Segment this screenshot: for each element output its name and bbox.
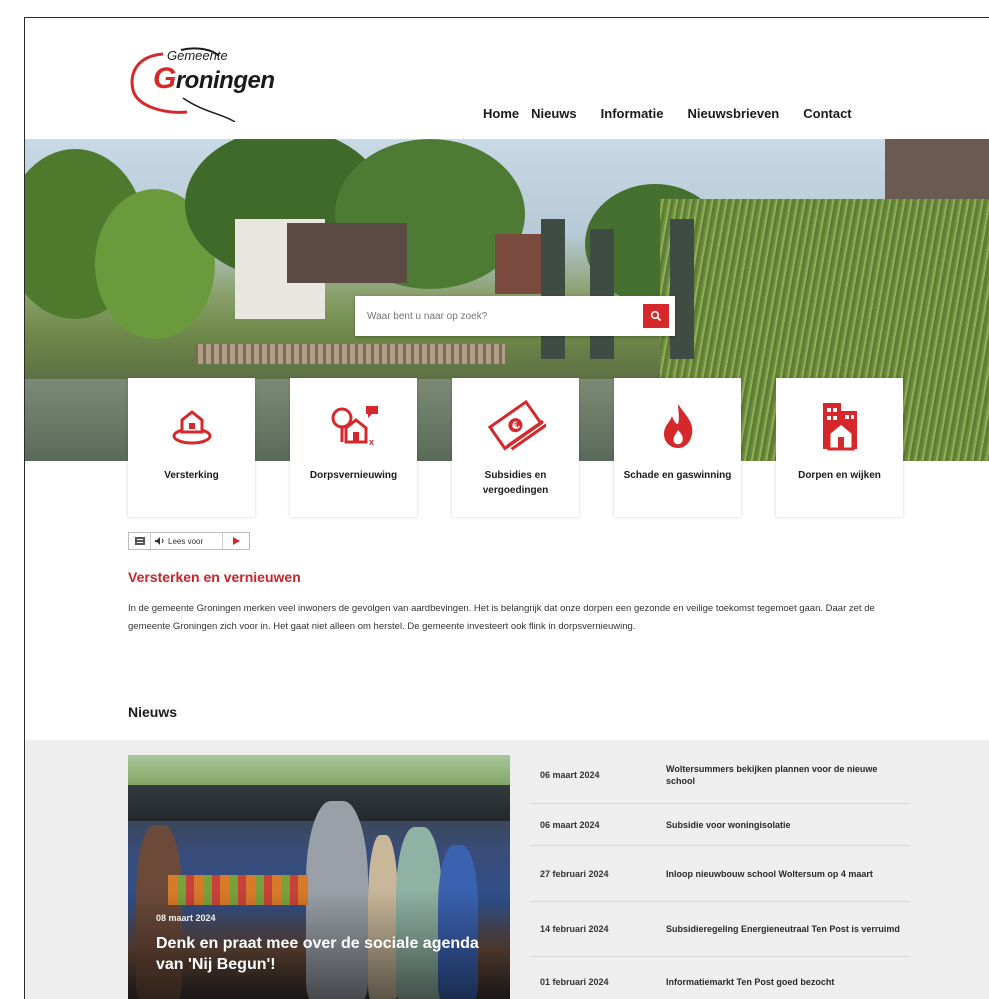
logo-subtitle: Gemeente <box>167 48 228 63</box>
tile-subsidies[interactable]: € Subsidies en vergoedingen <box>452 378 579 517</box>
nav-nieuws[interactable]: Nieuws <box>531 106 577 121</box>
logo-rest: roningen <box>175 67 275 94</box>
read-aloud-button[interactable]: Lees voor <box>151 533 223 549</box>
tile-label: Versterking <box>164 470 219 481</box>
search-button[interactable] <box>643 304 669 328</box>
village-renewal-icon: x <box>331 406 378 447</box>
search-box <box>355 296 675 336</box>
news-date: 14 februari 2024 <box>540 924 609 934</box>
read-aloud-widget: Lees voor <box>128 532 250 550</box>
news-list-item[interactable]: 01 februari 2024 Informatiemarkt Ten Pos… <box>530 957 910 999</box>
main-navigation: Home Nieuws Informatie Nieuwsbrieven Con… <box>483 106 876 121</box>
news-list-item[interactable]: 14 februari 2024 Subsidieregeling Energi… <box>530 902 910 957</box>
featured-news-card[interactable]: 08 maart 2024 Denk en praat mee over de … <box>128 755 510 999</box>
page-frame: Gemeente Groningen Home Nieuws Informati… <box>24 17 989 999</box>
featured-news-title: Denk en praat mee over de sociale agenda… <box>156 935 479 973</box>
buildings-icon <box>822 403 857 451</box>
news-heading: Nieuws <box>128 704 178 720</box>
tile-label: Schade en gaswinning <box>623 470 732 481</box>
news-list-item[interactable]: 27 februari 2024 Inloop nieuwbouw school… <box>530 846 910 902</box>
news-title: Informatiemarkt Ten Post goed bezocht <box>666 976 835 987</box>
reader-menu-button[interactable] <box>129 533 151 549</box>
section-intro-text: In de gemeente Groningen merken veel inw… <box>128 603 875 632</box>
logo-initial: G <box>153 62 176 95</box>
tile-dorpsvernieuwing[interactable]: x Dorpsvernieuwing <box>290 378 417 517</box>
section-title: Versterken en vernieuwen <box>128 569 301 585</box>
tile-label: Dorpen en wijken <box>798 470 881 481</box>
nav-contact[interactable]: Contact <box>803 106 851 121</box>
reader-play-button[interactable] <box>223 533 249 549</box>
news-date: 06 maart 2024 <box>540 819 600 830</box>
tile-schade[interactable]: Schade en gaswinning <box>614 378 741 517</box>
gemeente-groningen-logo[interactable]: Gemeente Groningen <box>123 42 293 122</box>
news-list-item[interactable]: 06 maart 2024 Subsidie voor woningisolat… <box>530 804 910 846</box>
svg-text:x: x <box>369 437 374 447</box>
featured-news-date: 08 maart 2024 <box>156 913 216 923</box>
search-icon <box>650 310 662 322</box>
tile-versterking[interactable]: Versterking <box>128 378 255 517</box>
news-title: Subsidieregeling Energieneutraal Ten Pos… <box>666 924 900 934</box>
flame-icon <box>663 404 692 448</box>
nav-informatie[interactable]: Informatie <box>601 106 664 121</box>
news-title: Inloop nieuwbouw school Woltersum op 4 m… <box>666 868 873 879</box>
read-aloud-label: Lees voor <box>168 536 204 546</box>
tile-label: Subsidies en vergoedingen <box>482 470 549 496</box>
news-list-item[interactable]: 06 maart 2024 Woltersummers bekijken pla… <box>530 746 910 804</box>
house-shield-icon <box>172 410 211 445</box>
news-title: Subsidie voor woningisolatie <box>666 819 791 830</box>
tile-dorpen-wijken[interactable]: Dorpen en wijken <box>776 378 903 517</box>
news-title: Woltersummers bekijken plannen voor de n… <box>666 763 878 786</box>
news-date: 06 maart 2024 <box>540 769 600 780</box>
news-date: 01 februari 2024 <box>540 976 609 987</box>
tile-label: Dorpsvernieuwing <box>309 470 398 481</box>
speaker-icon <box>155 537 164 545</box>
topic-tiles: Versterking x Dorpsvernieuwing € Subsidi… <box>128 378 904 518</box>
news-date: 27 februari 2024 <box>540 868 609 879</box>
menu-icon <box>134 537 145 545</box>
logo-title: Groningen <box>153 62 275 96</box>
search-input[interactable] <box>355 296 639 336</box>
euro-money-icon: € <box>487 399 546 451</box>
news-list: 06 maart 2024 Woltersummers bekijken pla… <box>530 746 910 999</box>
nav-home[interactable]: Home <box>483 106 519 121</box>
play-icon <box>233 537 240 545</box>
nav-nieuwsbrieven[interactable]: Nieuwsbrieven <box>687 106 779 121</box>
